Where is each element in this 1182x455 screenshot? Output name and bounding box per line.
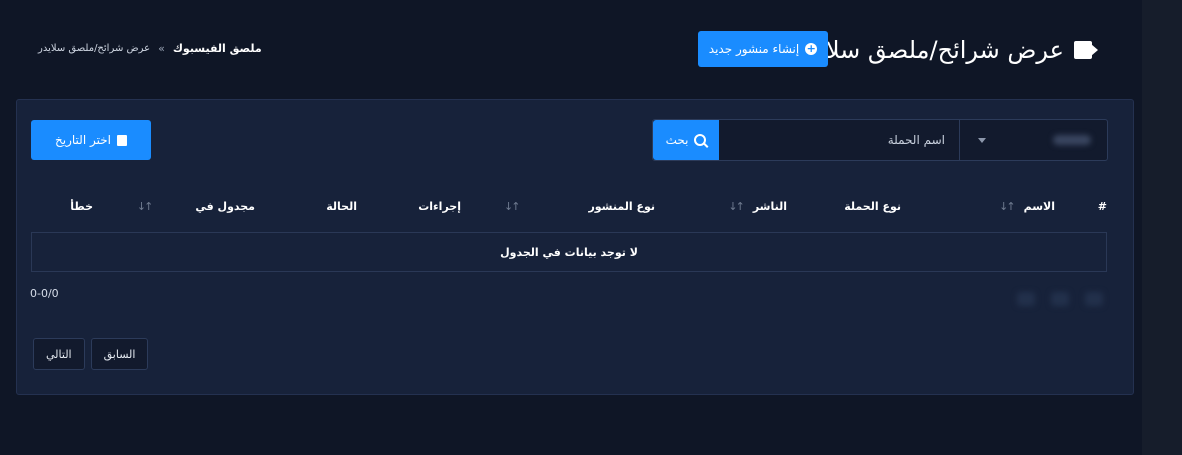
breadcrumb-home[interactable]: ملصق الفيسبوك [173, 42, 262, 55]
column-header-number: # [1097, 200, 1107, 213]
create-post-button[interactable]: + إنشاء منشور جديد [698, 31, 828, 67]
table-header: # الاسم ↑↓ نوع الحملة الناشر ↑↓ ↑↓ نوع ا… [31, 190, 1107, 226]
sort-icon: ↑↓ [999, 200, 1016, 213]
sort-icon: ↑↓ [136, 200, 154, 213]
main-content: عرض شرائح/ملصق سلايدر + إنشاء منشور جديد… [0, 0, 1142, 445]
table-empty-row: لا توجد بيانات في الجدول [31, 232, 1107, 272]
sort-icon: ↑↓ [504, 200, 521, 213]
column-header-scheduled-at[interactable]: مجدول في ↑↓ [137, 200, 255, 213]
breadcrumb-separator: » [158, 42, 165, 55]
caret-down-icon [978, 137, 986, 143]
column-header-post-type[interactable]: ↑↓ نوع المنشور [504, 200, 655, 213]
select-value-blurred [1053, 135, 1091, 145]
posts-card: اختر التاريخ بحث # الاسم ↑↓ نوع الحملة [16, 99, 1134, 395]
breadcrumb: ملصق الفيسبوك » عرض شرائح/ملصق سلايدر [38, 42, 262, 55]
pagination: التالي السابق [33, 338, 149, 370]
breadcrumb-current: عرض شرائح/ملصق سلايدر [38, 43, 151, 54]
search-button[interactable]: بحث [653, 120, 719, 160]
search-icon [694, 134, 707, 146]
campaign-name-input[interactable] [719, 120, 959, 160]
search-group: بحث [652, 119, 1108, 161]
plus-circle-icon: + [805, 42, 818, 55]
calendar-icon [116, 134, 127, 146]
create-post-label: إنشاء منشور جديد [708, 42, 800, 56]
page-length-blurred [1003, 292, 1103, 318]
side-strip [1142, 0, 1182, 455]
column-header-actions: إجراءات [418, 200, 461, 213]
column-header-error: خطأ [70, 200, 93, 213]
next-page-button[interactable]: التالي [33, 338, 85, 370]
date-picker-label: اختر التاريخ [55, 133, 111, 147]
page-select[interactable] [959, 120, 1107, 160]
column-header-status: الحالة [326, 200, 357, 213]
search-label: بحث [665, 133, 689, 147]
column-header-publisher[interactable]: الناشر ↑↓ [728, 200, 787, 213]
records-range: 0-0/0 [30, 287, 59, 300]
column-header-campaign-type: نوع الحملة [844, 200, 901, 213]
date-picker-button[interactable]: اختر التاريخ [31, 120, 151, 160]
column-header-name[interactable]: الاسم ↑↓ [999, 200, 1055, 213]
page-title: عرض شرائح/ملصق سلايدر [795, 36, 1098, 64]
page-title-text: عرض شرائح/ملصق سلايدر [794, 36, 1064, 64]
prev-page-button[interactable]: السابق [90, 338, 149, 370]
video-camera-icon [1072, 41, 1098, 59]
sort-icon: ↑↓ [728, 200, 745, 213]
